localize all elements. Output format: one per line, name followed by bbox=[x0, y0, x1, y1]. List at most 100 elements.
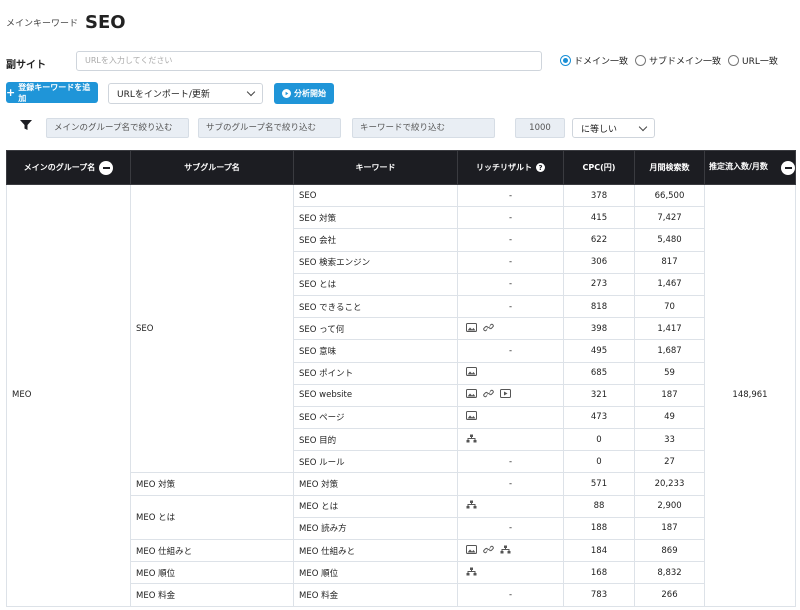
condition-select-value: に等しい bbox=[581, 124, 618, 135]
monthly-search-cell: 49 bbox=[634, 405, 705, 430]
collapse-minus-icon[interactable] bbox=[781, 160, 795, 175]
rich-result-cell bbox=[457, 383, 564, 407]
main-keyword-label: メインキーワード bbox=[6, 19, 79, 29]
add-keyword-button[interactable]: + 登録キーワードを追加 bbox=[6, 82, 98, 103]
main-group-filter-input[interactable]: メインのグループ名で絞り込む bbox=[46, 118, 189, 138]
radio-label: ドメイン一致 bbox=[574, 57, 629, 67]
cpc-cell: 321 bbox=[563, 383, 635, 407]
cpc-cell: 398 bbox=[563, 317, 635, 341]
rich-result-cell: - bbox=[457, 339, 564, 363]
analyze-button[interactable]: 分析開始 bbox=[274, 83, 334, 104]
header-label: 推定流入数/月数 bbox=[709, 162, 768, 172]
keyword-cell: SEO website bbox=[293, 383, 458, 407]
cpc-cell: 783 bbox=[563, 583, 635, 607]
link-icon[interactable] bbox=[483, 323, 494, 335]
monthly-search-cell: 869 bbox=[634, 538, 705, 563]
keyword-cell: SEO 検索エンジン bbox=[293, 250, 458, 274]
sub-group-cell: MEO とは bbox=[130, 494, 294, 541]
monthly-search-cell: 1,687 bbox=[634, 339, 705, 363]
filter-icon bbox=[20, 120, 32, 130]
sub-group-filter-input[interactable]: サブのグループ名で絞り込む bbox=[198, 118, 341, 138]
rich-result-cell: - bbox=[457, 472, 564, 496]
rich-result-cell: - bbox=[457, 250, 564, 274]
keyword-cell: SEO ポイント bbox=[293, 361, 458, 385]
radio-domain-match[interactable]: ドメイン一致 bbox=[560, 54, 628, 67]
monthly-search-cell: 7,427 bbox=[634, 206, 705, 230]
radio-label: サブドメイン一致 bbox=[649, 57, 722, 67]
radio-subdomain-match[interactable]: サブドメイン一致 bbox=[635, 54, 721, 67]
chevron-down-icon bbox=[638, 122, 648, 131]
keyword-cell: SEO ルール bbox=[293, 450, 458, 474]
monthly-search-cell: 59 bbox=[634, 361, 705, 385]
cpc-cell: 495 bbox=[563, 339, 635, 363]
link-icon[interactable] bbox=[483, 389, 494, 401]
image-icon[interactable] bbox=[466, 389, 477, 401]
cpc-cell: 818 bbox=[563, 294, 635, 319]
radio-unchecked-icon[interactable] bbox=[728, 55, 740, 66]
sitemap-icon[interactable] bbox=[466, 567, 477, 579]
monthly-search-cell: 5,480 bbox=[634, 228, 705, 252]
sitemap-icon[interactable] bbox=[500, 545, 511, 557]
keyword-cell: SEO 目的 bbox=[293, 428, 458, 452]
rich-result-cell: - bbox=[457, 583, 564, 607]
sub-group-cell: MEO 順位 bbox=[130, 561, 294, 585]
import-select[interactable]: URLをインポート/更新 bbox=[108, 83, 263, 104]
header-keyword: キーワード bbox=[293, 150, 458, 185]
condition-select[interactable]: に等しい bbox=[572, 118, 655, 138]
rich-result-cell bbox=[457, 561, 564, 585]
rich-result-cell bbox=[457, 405, 564, 430]
header-main-group: メインのグループ名 bbox=[6, 150, 131, 185]
rich-result-cell bbox=[457, 361, 564, 385]
import-select-value: URLをインポート/更新 bbox=[117, 90, 210, 100]
image-icon[interactable] bbox=[466, 367, 477, 379]
rich-result-cell: - bbox=[457, 183, 564, 208]
keyword-cell: SEO って何 bbox=[293, 317, 458, 341]
table-header-row: メインのグループ名 サブグループ名 キーワード リッチリザルト? CPC(円) … bbox=[6, 150, 796, 185]
radio-unchecked-icon[interactable] bbox=[635, 55, 647, 66]
rich-result-cell bbox=[457, 428, 564, 452]
sub-site-label: 副サイト bbox=[6, 60, 46, 71]
image-icon[interactable] bbox=[466, 411, 477, 423]
keyword-cell: MEO 仕組みと bbox=[293, 538, 458, 563]
keyword-cell: SEO 意味 bbox=[293, 339, 458, 363]
keyword-cell: MEO 読み方 bbox=[293, 516, 458, 541]
sub-group-cell: MEO 対策 bbox=[130, 472, 294, 496]
monthly-search-cell: 33 bbox=[634, 428, 705, 452]
rich-result-cell: - bbox=[457, 450, 564, 474]
keyword-filter-input[interactable]: キーワードで絞り込む bbox=[352, 118, 495, 138]
main-keyword-value: SEO bbox=[85, 12, 126, 33]
collapse-minus-icon[interactable] bbox=[99, 160, 114, 175]
cpc-cell: 168 bbox=[563, 561, 635, 585]
image-icon[interactable] bbox=[466, 322, 477, 335]
sitemap-icon[interactable] bbox=[466, 434, 477, 446]
cpc-cell: 378 bbox=[563, 183, 635, 208]
keyword-cell: MEO 順位 bbox=[293, 561, 458, 585]
cpc-cell: 415 bbox=[563, 206, 635, 230]
cpc-cell: 473 bbox=[563, 405, 635, 430]
video-icon[interactable] bbox=[500, 389, 511, 401]
table-row: MEO SEO SEO -378 66,500 148,961 bbox=[6, 183, 796, 607]
monthly-search-cell: 2,900 bbox=[634, 494, 705, 518]
monthly-search-cell: 1,467 bbox=[634, 272, 705, 296]
rich-result-cell: - bbox=[457, 516, 564, 541]
url-input[interactable]: URLを入力してください bbox=[76, 51, 542, 71]
monthly-search-cell: 27 bbox=[634, 450, 705, 474]
estimated-traffic-cell: 148,961 bbox=[704, 184, 796, 607]
sitemap-icon[interactable] bbox=[466, 500, 477, 512]
header-label: リッチリザルト bbox=[476, 163, 532, 172]
link-icon[interactable] bbox=[483, 545, 494, 557]
keyword-cell: SEO 対策 bbox=[293, 206, 458, 230]
play-circle-icon bbox=[282, 89, 291, 98]
image-icon[interactable] bbox=[466, 544, 477, 557]
rich-result-cell: - bbox=[457, 228, 564, 252]
keyword-cell: MEO 対策 bbox=[293, 472, 458, 496]
radio-checked-icon[interactable] bbox=[560, 55, 571, 66]
cpc-cell: 273 bbox=[563, 272, 635, 296]
radio-url-match[interactable]: URL一致 bbox=[728, 54, 778, 67]
cpc-cell: 0 bbox=[563, 450, 635, 474]
help-icon[interactable]: ? bbox=[536, 163, 545, 172]
monthly-search-cell: 187 bbox=[634, 516, 705, 541]
cpc-cell: 188 bbox=[563, 516, 635, 541]
keyword-cell: SEO とは bbox=[293, 272, 458, 296]
volume-filter-input[interactable]: 1000 bbox=[515, 118, 565, 138]
